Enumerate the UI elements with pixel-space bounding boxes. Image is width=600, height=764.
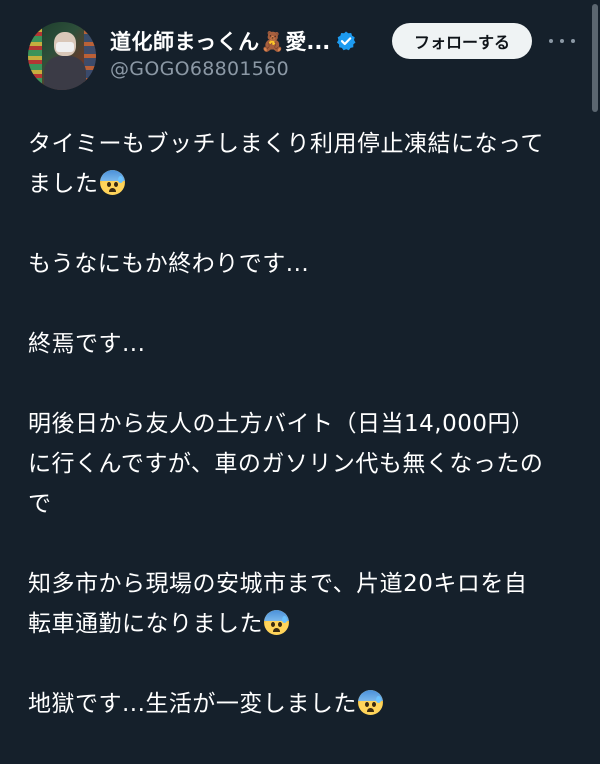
text-line: で (28, 491, 52, 517)
text-line: 地獄です...生活が一変しました (28, 691, 357, 717)
dot (571, 39, 575, 43)
name-row[interactable]: 道化師まっくん 🧸 愛... (110, 26, 357, 56)
text-line: 明後日から友人の土方バイト（日当14,000円） (28, 411, 535, 437)
text-line: 終焉です... (28, 331, 146, 357)
avatar[interactable] (28, 22, 96, 90)
follow-button[interactable]: フォローする (392, 23, 532, 59)
anxious-face-emoji-icon (99, 170, 125, 195)
paragraph-2: もうなにもか終わりです... (28, 244, 588, 284)
text-line: に行くんですが、車のガソリン代も無くなったの (28, 451, 544, 477)
more-dots-icon[interactable] (549, 31, 575, 51)
display-name-tail[interactable]: 愛... (285, 26, 330, 56)
text-line: 転車通勤になりました (28, 611, 263, 637)
text-line: ました (28, 171, 99, 197)
paragraph-4: 明後日から友人の土方バイト（日当14,000円） に行くんですが、車のガソリン代… (28, 404, 588, 524)
display-name[interactable]: 道化師まっくん (110, 26, 260, 56)
tweet-text: タイミーもブッチしまくり利用停止凍結になって ました もうなにもか終わりです..… (28, 124, 588, 764)
paragraph-3: 終焉です... (28, 324, 588, 364)
tweet-header: 道化師まっくん 🧸 愛... @GOGO68801560 フォローする (0, 0, 600, 100)
paragraph-6: 地獄です...生活が一変しました (28, 684, 588, 724)
avatar-background-slot-machine (28, 22, 42, 90)
dot (560, 39, 564, 43)
text-line: 知多市から現場の安城市まで、片道20キロを自 (28, 571, 528, 597)
dot (549, 39, 553, 43)
verified-badge-icon (337, 31, 356, 51)
text-line: もうなにもか終わりです... (28, 251, 310, 277)
anxious-face-emoji-icon (357, 690, 383, 715)
text-line: タイミーもブッチしまくり利用停止凍結になって (28, 131, 544, 157)
avatar-person-body (44, 56, 86, 90)
avatar-mask (56, 42, 74, 52)
paragraph-1: タイミーもブッチしまくり利用停止凍結になって ました (28, 124, 588, 204)
scrollbar[interactable] (592, 4, 598, 112)
anxious-face-emoji-icon (264, 610, 289, 635)
teddy-bear-emoji-icon: 🧸 (260, 30, 285, 53)
user-handle[interactable]: @GOGO68801560 (110, 58, 289, 80)
paragraph-5: 知多市から現場の安城市まで、片道20キロを自 転車通勤になりました (28, 564, 588, 644)
